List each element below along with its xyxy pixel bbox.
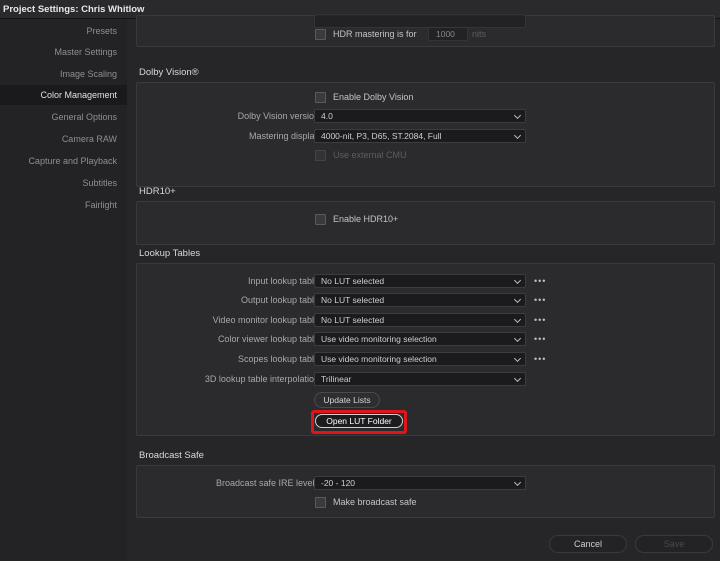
video-monitor-lut-value: No LUT selected xyxy=(321,315,385,325)
video-monitor-lut-dropdown[interactable]: No LUT selected xyxy=(314,313,526,327)
mastering-display-dropdown[interactable]: 4000-nit, P3, D65, ST.2084, Full xyxy=(314,129,526,143)
cancel-button[interactable]: Cancel xyxy=(549,535,627,553)
sidebar-item-subtitles[interactable]: Subtitles xyxy=(82,173,117,193)
input-lut-more-icon[interactable]: ••• xyxy=(534,276,546,286)
input-lut-value: No LUT selected xyxy=(321,276,385,286)
broadcast-ire-value: -20 - 120 xyxy=(321,478,356,488)
input-lut-dropdown[interactable]: No LUT selected xyxy=(314,274,526,288)
broadcast-ire-label: Broadcast safe IRE levels xyxy=(215,478,319,488)
external-cmu-label: Use external CMU xyxy=(333,150,407,160)
save-button[interactable]: Save xyxy=(635,535,713,553)
color-viewer-lut-dropdown[interactable]: Use video monitoring selection xyxy=(314,332,526,346)
hdr-nits-unit: nits xyxy=(472,29,487,39)
chevron-down-icon xyxy=(513,315,522,324)
enable-dolby-vision-checkbox[interactable] xyxy=(315,92,326,103)
scopes-lut-label: Scopes lookup table xyxy=(237,354,319,364)
enable-hdr10-checkbox[interactable] xyxy=(315,214,326,225)
lookup-tables-panel: Input lookup table No LUT selected ••• O… xyxy=(136,263,715,436)
lookup-tables-title: Lookup Tables xyxy=(139,248,201,259)
settings-sidebar: Presets Master Settings Image Scaling Co… xyxy=(0,19,127,561)
dolby-version-value: 4.0 xyxy=(321,111,333,121)
update-lists-button[interactable]: Update Lists xyxy=(314,392,380,408)
chevron-down-icon xyxy=(513,295,522,304)
broadcast-safe-panel: Broadcast safe IRE levels -20 - 120 Make… xyxy=(136,465,715,518)
color-viewer-lut-label: Color viewer lookup table xyxy=(217,334,319,344)
hdr-mastering-label: HDR mastering is for xyxy=(333,29,417,39)
chevron-down-icon xyxy=(513,276,522,285)
top-cut-dropdown[interactable] xyxy=(314,14,526,28)
hdr-mastering-panel: HDR mastering is for 1000 nits xyxy=(136,14,715,47)
sidebar-item-color-management[interactable]: Color Management xyxy=(0,85,127,105)
make-broadcast-safe-label: Make broadcast safe xyxy=(333,497,417,507)
sidebar-item-camera-raw[interactable]: Camera RAW xyxy=(62,129,117,149)
chevron-down-icon xyxy=(513,111,522,120)
sidebar-item-general-options[interactable]: General Options xyxy=(51,107,117,127)
chevron-down-icon xyxy=(513,131,522,140)
scopes-lut-value: Use video monitoring selection xyxy=(321,354,437,364)
dolby-vision-title: Dolby Vision® xyxy=(139,67,199,78)
sidebar-item-capture-playback[interactable]: Capture and Playback xyxy=(28,151,117,171)
scopes-lut-dropdown[interactable]: Use video monitoring selection xyxy=(314,352,526,366)
window-title: Project Settings: Chris Whitlow xyxy=(3,4,145,15)
enable-dolby-vision-label: Enable Dolby Vision xyxy=(333,92,414,102)
dolby-version-dropdown[interactable]: 4.0 xyxy=(314,109,526,123)
dolby-vision-panel: Enable Dolby Vision Dolby Vision version… xyxy=(136,82,715,187)
external-cmu-checkbox[interactable] xyxy=(315,150,326,161)
hdr10-panel: Enable HDR10+ xyxy=(136,201,715,245)
sidebar-item-fairlight[interactable]: Fairlight xyxy=(85,195,117,215)
chevron-down-icon xyxy=(513,354,522,363)
sidebar-item-image-scaling[interactable]: Image Scaling xyxy=(60,64,117,84)
open-lut-folder-highlight: Open LUT Folder xyxy=(311,410,407,434)
video-monitor-lut-more-icon[interactable]: ••• xyxy=(534,315,546,325)
scopes-lut-more-icon[interactable]: ••• xyxy=(534,354,546,364)
mastering-display-value: 4000-nit, P3, D65, ST.2084, Full xyxy=(321,131,442,141)
hdr10-title: HDR10+ xyxy=(139,186,176,197)
settings-main: HDR mastering is for 1000 nits Dolby Vis… xyxy=(127,14,720,561)
broadcast-ire-dropdown[interactable]: -20 - 120 xyxy=(314,476,526,490)
mastering-display-label: Mastering display xyxy=(248,131,319,141)
video-monitor-lut-label: Video monitor lookup table xyxy=(212,315,319,325)
broadcast-safe-title: Broadcast Safe xyxy=(139,450,204,461)
sidebar-item-presets[interactable]: Presets xyxy=(86,21,117,41)
lut-interpolation-value: Trilinear xyxy=(321,374,352,384)
lut-interpolation-label: 3D lookup table interpolation xyxy=(204,374,319,384)
input-lut-label: Input lookup table xyxy=(247,276,319,286)
open-lut-folder-button[interactable]: Open LUT Folder xyxy=(315,414,403,428)
make-broadcast-safe-checkbox[interactable] xyxy=(315,497,326,508)
enable-hdr10-label: Enable HDR10+ xyxy=(333,214,399,224)
color-viewer-lut-value: Use video monitoring selection xyxy=(321,334,437,344)
output-lut-value: No LUT selected xyxy=(321,295,385,305)
chevron-down-icon xyxy=(513,374,522,383)
chevron-down-icon xyxy=(513,334,522,343)
hdr-nits-input[interactable]: 1000 xyxy=(428,27,468,41)
dolby-version-label: Dolby Vision version xyxy=(237,111,319,121)
output-lut-label: Output lookup table xyxy=(240,295,319,305)
output-lut-dropdown[interactable]: No LUT selected xyxy=(314,293,526,307)
hdr-mastering-checkbox[interactable] xyxy=(315,29,326,40)
output-lut-more-icon[interactable]: ••• xyxy=(534,295,546,305)
chevron-down-icon xyxy=(513,478,522,487)
color-viewer-lut-more-icon[interactable]: ••• xyxy=(534,334,546,344)
sidebar-item-master-settings[interactable]: Master Settings xyxy=(54,42,117,62)
lut-interpolation-dropdown[interactable]: Trilinear xyxy=(314,372,526,386)
